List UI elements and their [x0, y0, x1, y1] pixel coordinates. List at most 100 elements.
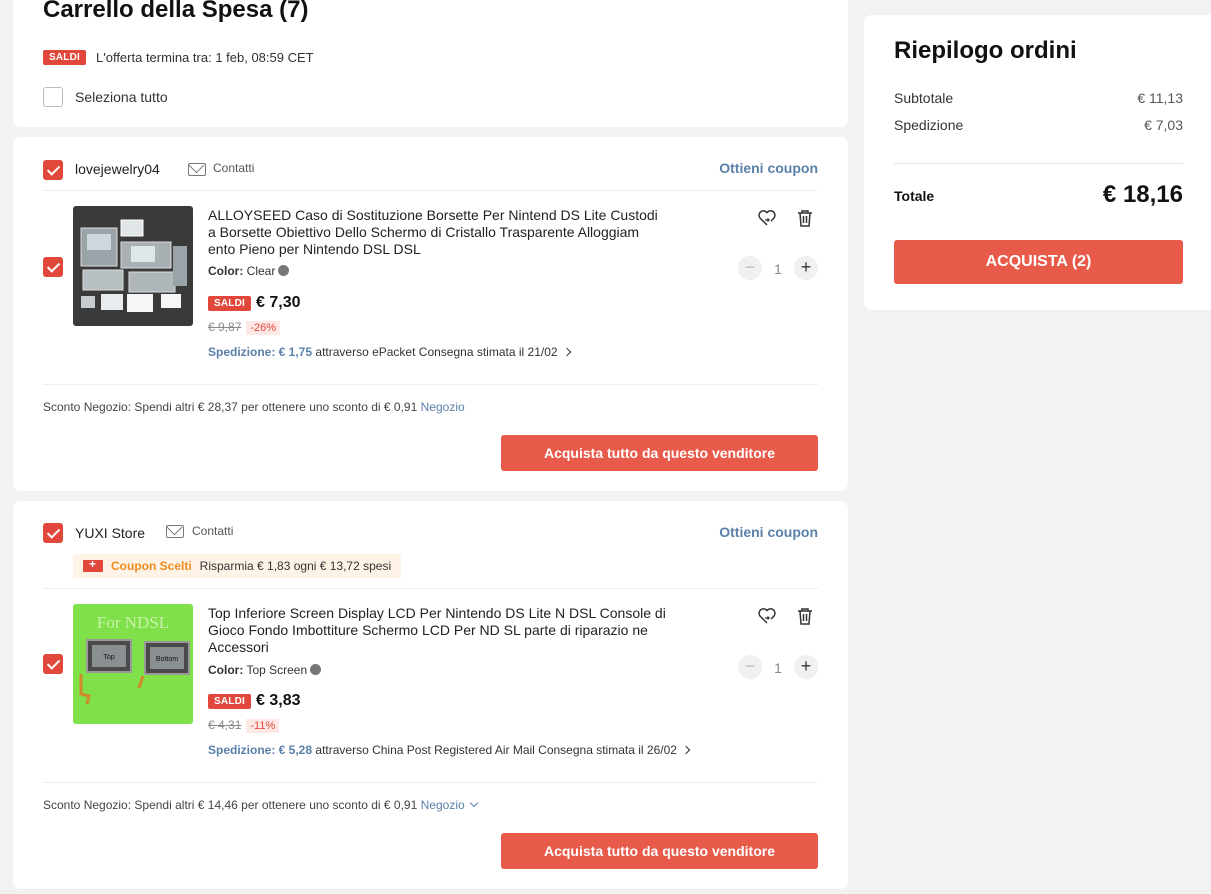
image-label-bottom: Bottom	[156, 656, 178, 663]
divider	[43, 190, 818, 191]
shop-discount-text: Spendi altri € 28,37 per ottenere uno sc…	[134, 400, 418, 414]
summary-divider	[894, 163, 1183, 164]
shop-link[interactable]: Negozio	[421, 798, 465, 812]
chevron-right-icon	[562, 347, 571, 357]
price-row: SALDI € 7,30	[208, 294, 300, 312]
store-name[interactable]: lovejewelry04	[75, 161, 160, 177]
old-price-row: € 9,87 -26%	[208, 320, 281, 335]
total-value: € 18,16	[1102, 181, 1183, 208]
product-price: € 7,30	[256, 294, 301, 311]
saldi-badge: SALDI	[43, 50, 86, 65]
image-label-top: Top	[103, 654, 114, 661]
shipping-label: Spedizione	[894, 117, 964, 133]
discount-badge: -11%	[246, 719, 280, 733]
quantity-decrease-button[interactable]: −	[738, 655, 762, 679]
product-title[interactable]: ALLOYSEED Caso di Sostituzione Borsette …	[208, 207, 668, 258]
quantity-increase-button[interactable]: +	[794, 256, 818, 280]
summary-title: Riepilogo ordini	[894, 37, 1077, 64]
color-value: Top Screen	[246, 663, 308, 677]
offer-date: 1 feb, 08:59 CET	[215, 50, 314, 65]
image-text: For NDSL	[97, 613, 169, 632]
quantity-increase-button[interactable]: +	[794, 655, 818, 679]
coupon-icon	[83, 557, 103, 572]
shipping-method: attraverso China Post Registered Air Mai…	[315, 743, 535, 757]
subtotal-value: € 11,13	[1137, 90, 1183, 106]
shipping-info[interactable]: Spedizione: € 1,75 attraverso ePacket Co…	[208, 345, 571, 359]
quantity-value[interactable]: 1	[768, 261, 788, 277]
shop-discount-info: Sconto Negozio: Spendi altri € 14,46 per…	[43, 798, 478, 812]
item-checkbox[interactable]	[43, 654, 63, 674]
coupon-banner[interactable]: Coupon Scelti Risparmia € 1,83 ogni € 13…	[73, 554, 402, 578]
original-price: € 4,31	[208, 718, 242, 732]
coupon-text: Risparmia € 1,83 ogni € 13,72 spesi	[199, 559, 392, 573]
product-image[interactable]	[73, 206, 193, 326]
shipping-cost: Spedizione: € 5,28	[208, 743, 313, 757]
item-checkbox[interactable]	[43, 257, 63, 277]
store-card-lovejewelry04: lovejewelry04 Contatti Ottieni coupon AL…	[13, 137, 848, 491]
coupon-label: Coupon Scelti	[111, 559, 192, 573]
offer-label: L'offerta termina tra:	[96, 50, 212, 65]
select-all-label[interactable]: Seleziona tutto	[75, 89, 168, 105]
product-image[interactable]: For NDSL Top Bottom	[73, 604, 193, 724]
mail-icon[interactable]	[188, 163, 206, 176]
product-photo-lcd-screens: For NDSL Top Bottom	[73, 604, 193, 724]
shop-discount-label: Sconto Negozio:	[43, 798, 132, 812]
order-summary-card: Riepilogo ordini Subtotale € 11,13 Spedi…	[864, 15, 1211, 310]
color-label: Color:	[208, 663, 244, 677]
subtotal-label: Subtotale	[894, 90, 954, 106]
mail-icon[interactable]	[166, 525, 184, 538]
quantity-decrease-button[interactable]: −	[738, 256, 762, 280]
shop-discount-label: Sconto Negozio:	[43, 400, 132, 414]
price-row: SALDI € 3,83	[208, 692, 300, 710]
buy-all-from-seller-button[interactable]: Acquista tutto da questo venditore	[501, 435, 818, 471]
discount-badge: -26%	[246, 321, 281, 335]
color-label: Color:	[208, 264, 244, 278]
get-coupon-link[interactable]: Ottieni coupon	[719, 524, 818, 540]
divider	[43, 782, 818, 783]
divider	[43, 588, 818, 589]
product-title[interactable]: Top Inferiore Screen Display LCD Per Nin…	[208, 605, 668, 656]
get-coupon-link[interactable]: Ottieni coupon	[719, 160, 818, 176]
product-photo-ds-shell	[73, 206, 193, 326]
store-card-yuxi: YUXI Store Contatti Ottieni coupon Coupo…	[13, 501, 848, 889]
saldi-badge: SALDI	[208, 295, 251, 311]
chevron-down-icon[interactable]	[469, 798, 478, 808]
select-all-checkbox[interactable]	[43, 87, 63, 107]
shipping-method: attraverso ePacket	[315, 345, 416, 359]
color-swatch	[310, 664, 322, 675]
cart-header-card: Carrello della Spesa (7) SALDI L'offerta…	[13, 0, 848, 127]
divider	[43, 384, 818, 385]
product-color[interactable]: Color: Top Screen	[208, 663, 322, 677]
chevron-right-icon	[681, 745, 691, 755]
original-price: € 9,87	[208, 320, 242, 334]
shop-discount-text: Spendi altri € 14,46 per ottenere uno sc…	[134, 798, 418, 812]
old-price-row: € 4,31 -11%	[208, 718, 280, 733]
move-to-wishlist-icon[interactable]	[757, 208, 777, 228]
product-price: € 3,83	[256, 692, 301, 709]
shop-discount-info: Sconto Negozio: Spendi altri € 28,37 per…	[43, 400, 465, 414]
quantity-value[interactable]: 1	[768, 660, 788, 676]
color-value: Clear	[246, 264, 276, 278]
offer-countdown: L'offerta termina tra: 1 feb, 08:59 CET	[96, 50, 314, 65]
saldi-badge: SALDI	[208, 693, 251, 709]
trash-icon[interactable]	[795, 208, 815, 228]
total-label: Totale	[894, 188, 935, 204]
buy-all-from-seller-button[interactable]: Acquista tutto da questo venditore	[501, 833, 818, 869]
contact-link[interactable]: Contatti	[192, 524, 233, 538]
delivery-estimate: Consegna stimata il 26/02	[538, 743, 677, 757]
store-checkbox[interactable]	[43, 523, 63, 543]
trash-icon[interactable]	[795, 606, 815, 626]
page-title: Carrello della Spesa (7)	[43, 0, 309, 23]
color-swatch	[278, 265, 290, 276]
store-name[interactable]: YUXI Store	[75, 525, 145, 541]
delivery-estimate: Consegna stimata il 21/02	[418, 345, 558, 359]
shipping-cost: Spedizione: € 1,75	[208, 345, 313, 359]
contact-link[interactable]: Contatti	[213, 161, 254, 175]
move-to-wishlist-icon[interactable]	[757, 606, 777, 626]
product-color[interactable]: Color: Clear	[208, 264, 290, 278]
shipping-info[interactable]: Spedizione: € 5,28 attraverso China Post…	[208, 743, 691, 757]
store-checkbox[interactable]	[43, 160, 63, 180]
shop-link[interactable]: Negozio	[421, 400, 465, 414]
checkout-button[interactable]: ACQUISTA (2)	[894, 240, 1183, 284]
shipping-value: € 7,03	[1144, 117, 1183, 133]
